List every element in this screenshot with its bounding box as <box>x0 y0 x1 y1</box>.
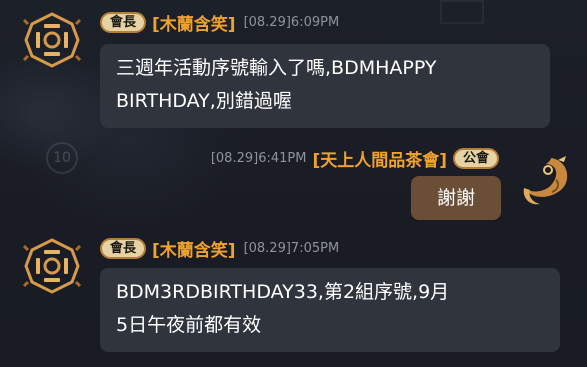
message-text-line: BDM3RDBIRTHDAY33,第2組序號,9月 <box>116 281 450 303</box>
message-bubble[interactable]: BDM3RDBIRTHDAY33,第2組序號,9月 5日午夜前都有效 <box>100 268 560 352</box>
background-circle-number: 10 <box>53 150 71 166</box>
rank-tag: 會長 <box>100 238 147 259</box>
message-text-line: 三週年活動序號輸入了嗎,BDMHAPPY <box>116 57 437 79</box>
timestamp: [08.29]6:41PM <box>210 151 307 166</box>
background-frame <box>440 0 484 24</box>
background-level-circle: 10 <box>46 142 78 174</box>
message-text: 謝謝 <box>436 187 475 209</box>
message-bubble[interactable]: 三週年活動序號輸入了嗎,BDMHAPPY BIRTHDAY,別錯過喔 <box>100 44 550 128</box>
timestamp: [08.29]6:09PM <box>243 15 340 30</box>
message-text-line: BIRTHDAY,別錯過喔 <box>116 90 292 112</box>
message-header: 會長 [木蘭含笑] [08.29]7:05PM <box>100 236 339 261</box>
message-bubble-self[interactable]: 謝謝 <box>411 176 501 220</box>
guild-emblem-icon[interactable] <box>22 236 82 296</box>
message-header: 會長 [木蘭含笑] [08.29]6:09PM <box>100 10 339 35</box>
sender-name[interactable]: [木蘭含笑] <box>152 10 236 35</box>
dragon-emblem-icon[interactable] <box>512 150 572 210</box>
rank-tag: 會長 <box>100 12 147 33</box>
guild-emblem-icon[interactable] <box>22 10 82 70</box>
timestamp: [08.29]7:05PM <box>243 241 340 256</box>
message-header: [08.29]6:41PM [天上人間品茶會] 公會 <box>211 146 499 171</box>
message-text-line: 5日午夜前都有效 <box>116 314 262 336</box>
sender-name[interactable]: [天上人間品茶會] <box>312 146 447 171</box>
rank-tag: 公會 <box>452 148 499 169</box>
sender-name[interactable]: [木蘭含笑] <box>152 236 236 261</box>
